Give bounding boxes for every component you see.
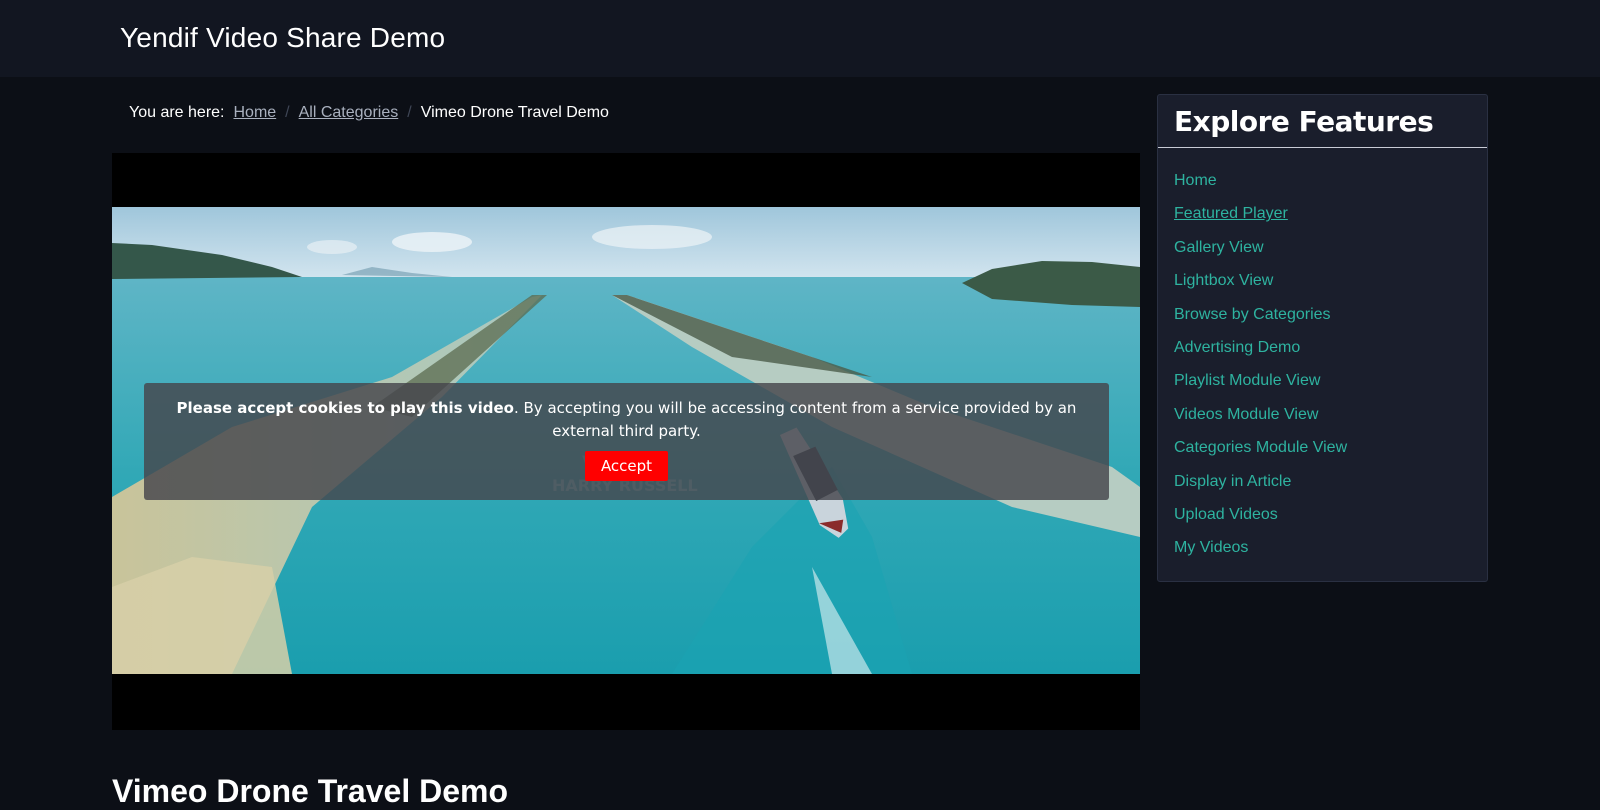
sidebar-item-upload-videos: Upload Videos xyxy=(1174,504,1487,537)
video-player[interactable]: VIDEO BY HARRY RUSSELL Please accept coo… xyxy=(112,153,1140,730)
sidebar-link-my-videos[interactable]: My Videos xyxy=(1174,539,1248,556)
sidebar-item-categories-module: Categories Module View xyxy=(1174,437,1487,470)
video-title-heading: Vimeo Drone Travel Demo xyxy=(112,773,508,810)
breadcrumb: You are here: Home / All Categories / Vi… xyxy=(129,104,609,122)
sidebar-item-display-in-article: Display in Article xyxy=(1174,471,1487,504)
sidebar-link-featured-player[interactable]: Featured Player xyxy=(1174,205,1288,222)
sidebar-item-playlist-module: Playlist Module View xyxy=(1174,370,1487,403)
sidebar-item-gallery-view: Gallery View xyxy=(1174,237,1487,270)
sidebar-item-videos-module: Videos Module View xyxy=(1174,404,1487,437)
cookie-consent-rest-text: . By accepting you will be accessing con… xyxy=(513,399,1077,440)
breadcrumb-current: Vimeo Drone Travel Demo xyxy=(420,104,609,121)
explore-features-sidebar: Explore Features Home Featured Player Ga… xyxy=(1157,94,1488,582)
sidebar-item-featured-player: Featured Player xyxy=(1174,203,1487,236)
sidebar-item-home: Home xyxy=(1174,170,1487,203)
breadcrumb-categories-link[interactable]: All Categories xyxy=(299,104,399,122)
sidebar-link-playlist-module[interactable]: Playlist Module View xyxy=(1174,372,1320,389)
sidebar-link-videos-module[interactable]: Videos Module View xyxy=(1174,406,1318,423)
sidebar-link-advertising-demo[interactable]: Advertising Demo xyxy=(1174,339,1300,356)
site-header: Yendif Video Share Demo xyxy=(0,0,1600,77)
breadcrumb-prefix: You are here: xyxy=(129,104,225,121)
sidebar-link-browse-categories[interactable]: Browse by Categories xyxy=(1174,306,1331,323)
breadcrumb-separator: / xyxy=(285,104,290,121)
breadcrumb-separator: / xyxy=(407,104,412,121)
cookie-consent-overlay: Please accept cookies to play this video… xyxy=(144,383,1109,500)
sidebar-item-my-videos: My Videos xyxy=(1174,537,1487,570)
sidebar-link-categories-module[interactable]: Categories Module View xyxy=(1174,439,1347,456)
sidebar-link-lightbox-view[interactable]: Lightbox View xyxy=(1174,272,1273,289)
accept-cookies-button[interactable]: Accept xyxy=(584,451,669,481)
sidebar-item-lightbox-view: Lightbox View xyxy=(1174,270,1487,303)
sidebar-item-browse-categories: Browse by Categories xyxy=(1174,304,1487,337)
sidebar-link-display-in-article[interactable]: Display in Article xyxy=(1174,473,1291,490)
breadcrumb-home-link[interactable]: Home xyxy=(233,104,276,122)
sidebar-link-upload-videos[interactable]: Upload Videos xyxy=(1174,506,1278,523)
sidebar-link-gallery-view[interactable]: Gallery View xyxy=(1174,239,1264,256)
sidebar-menu: Home Featured Player Gallery View Lightb… xyxy=(1158,148,1487,571)
sidebar-title: Explore Features xyxy=(1158,95,1487,148)
cookie-consent-message: Please accept cookies to play this video… xyxy=(177,397,1077,443)
sidebar-link-home[interactable]: Home xyxy=(1174,172,1217,189)
sidebar-item-advertising-demo: Advertising Demo xyxy=(1174,337,1487,370)
site-title[interactable]: Yendif Video Share Demo xyxy=(120,22,445,54)
cookie-consent-bold-text: Please accept cookies to play this video xyxy=(176,399,514,417)
